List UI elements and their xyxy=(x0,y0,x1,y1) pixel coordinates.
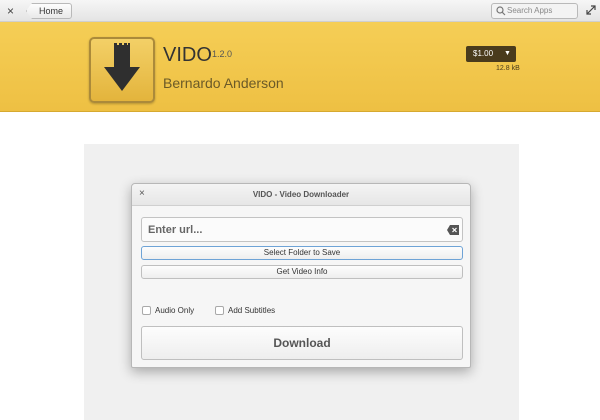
app-author: Bernardo Anderson xyxy=(163,75,284,91)
search-icon xyxy=(496,6,506,16)
checkbox-box xyxy=(142,306,151,315)
app-window: × VIDO - Video Downloader Enter url... S… xyxy=(131,183,471,368)
app-title: VIDO xyxy=(163,44,212,66)
price-label: $1.00 xyxy=(473,49,494,58)
search-placeholder: Search Apps xyxy=(507,6,553,15)
checkbox-box xyxy=(215,306,224,315)
audio-only-checkbox[interactable]: Audio Only xyxy=(142,305,202,317)
home-button[interactable]: Home xyxy=(26,3,73,19)
download-arrow-icon xyxy=(104,43,140,91)
app-banner: VIDO 1.2.0 Bernardo Anderson $1.00 ▼ 12.… xyxy=(0,22,600,112)
download-button[interactable]: Download xyxy=(141,326,463,360)
close-icon[interactable]: × xyxy=(7,3,14,19)
get-video-info-button[interactable]: Get Video Info xyxy=(141,265,463,279)
clear-icon[interactable] xyxy=(447,225,459,235)
url-input[interactable]: Enter url... xyxy=(141,217,463,242)
expand-icon[interactable] xyxy=(586,5,596,15)
url-placeholder: Enter url... xyxy=(148,224,203,236)
chevron-down-icon: ▼ xyxy=(504,50,511,57)
select-folder-button[interactable]: Select Folder to Save xyxy=(141,246,463,260)
add-subtitles-label: Add Subtitles xyxy=(228,306,276,315)
search-input[interactable]: Search Apps xyxy=(491,3,578,19)
header-bar: × Home Search Apps xyxy=(0,0,600,22)
app-icon xyxy=(89,37,155,103)
file-size: 12.8 kB xyxy=(496,65,520,72)
buy-button[interactable]: $1.00 ▼ xyxy=(466,46,516,62)
window-title: VIDO - Video Downloader xyxy=(252,190,350,199)
window-titlebar: × VIDO - Video Downloader xyxy=(132,184,470,206)
add-subtitles-checkbox[interactable]: Add Subtitles xyxy=(215,305,285,317)
audio-only-label: Audio Only xyxy=(155,306,195,315)
app-version: 1.2.0 xyxy=(212,49,233,59)
